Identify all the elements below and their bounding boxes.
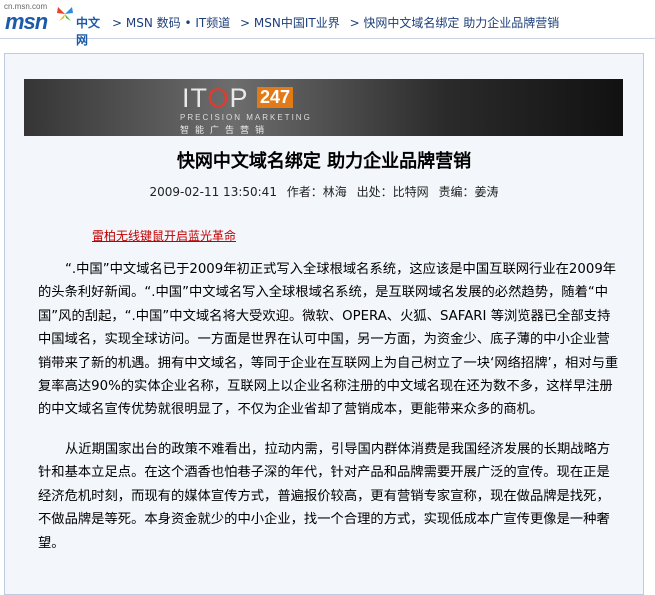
banner-247-badge: 247	[257, 87, 294, 108]
banner-logo-text: ITOP	[182, 83, 249, 113]
banner-chinese-subtitle: 智能广告营销	[180, 126, 271, 136]
article-frame: ITOP 247 PRECISION MARKETING 智能广告营销 快网中文…	[4, 53, 644, 595]
logo-msn-text: msn	[5, 9, 48, 34]
article-paragraph: “.中国”中文域名已于2009年初正式写入全球根域名系统，这应该是中国互联网行业…	[38, 262, 619, 418]
butterfly-icon	[57, 7, 73, 21]
breadcrumb-it-industry[interactable]: > MSN中国IT业界	[240, 16, 340, 30]
article-editor: 责编：姜涛	[438, 185, 499, 199]
breadcrumb-digital[interactable]: > MSN 数码 • IT频道	[112, 16, 230, 30]
banner-subtitle: PRECISION MARKETING	[180, 113, 312, 122]
promo-link[interactable]: 雷柏无线键鼠开启蓝光革命	[92, 227, 236, 244]
itop-banner-ad[interactable]: ITOP 247 PRECISION MARKETING 智能广告营销	[24, 79, 623, 136]
top-bar: cn.msn.com msn 中文网 > MSN 数码 • IT频道 > MSN…	[0, 0, 655, 47]
article-date: 2009-02-11 13:50:41	[149, 185, 277, 199]
breadcrumb: > MSN 数码 • IT频道 > MSN中国IT业界 > 快网中文域名绑定 助…	[112, 14, 565, 31]
msn-logo[interactable]: cn.msn.com msn 中文网	[2, 2, 106, 47]
article-paragraph: 从近期国家出台的政策不难看出，拉动内需，引导国内群体消费是我国经济发展的长期战略…	[38, 442, 611, 551]
article-source: 出处：比特网	[356, 185, 429, 199]
article-title: 快网中文域名绑定 助力企业品牌营销	[176, 151, 472, 172]
article-meta: 2009-02-11 13:50:41 作者：林海 出处：比特网 责编：姜涛	[5, 183, 643, 200]
breadcrumb-current: > 快网中文域名绑定 助力企业品牌营销	[349, 16, 560, 30]
logo-chinese-text: 中文网	[76, 16, 101, 47]
article-author: 作者：林海	[286, 185, 347, 199]
